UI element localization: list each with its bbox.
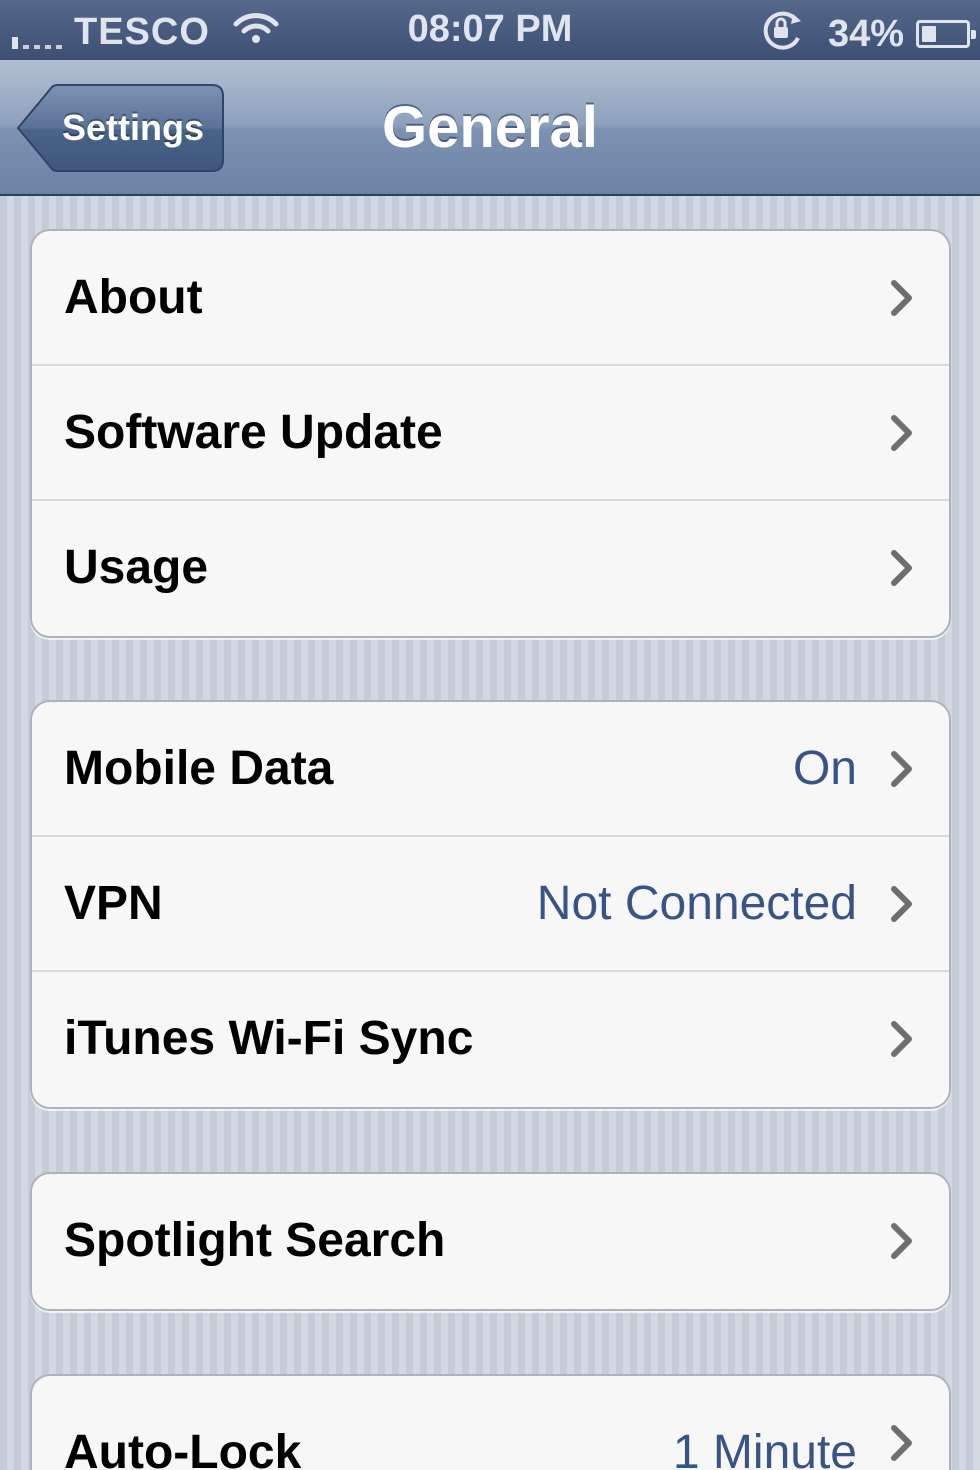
- back-button-label: Settings: [61, 107, 204, 148]
- row-label: iTunes Wi-Fi Sync: [64, 1012, 474, 1065]
- row-value: 1 Minute: [672, 1426, 857, 1470]
- row-label: VPN: [64, 877, 163, 930]
- row-label: Software Update: [64, 406, 443, 459]
- row-itunes-wifi-sync[interactable]: iTunes Wi-Fi Sync: [32, 972, 949, 1107]
- row-usage[interactable]: Usage: [32, 501, 949, 636]
- battery-percent: 34%: [827, 12, 904, 55]
- settings-group-3: Spotlight Search: [30, 1172, 951, 1311]
- row-value: Not Connected: [536, 877, 857, 930]
- chevron-right-icon: [889, 750, 915, 793]
- row-about[interactable]: About: [32, 231, 949, 366]
- row-vpn[interactable]: VPN Not Connected: [32, 837, 949, 972]
- row-label: Auto-Lock: [64, 1426, 302, 1470]
- chevron-right-icon: [889, 1424, 915, 1467]
- battery-icon: [916, 20, 976, 48]
- chevron-right-icon: [889, 1222, 915, 1265]
- row-label: Usage: [64, 541, 209, 594]
- row-software-update[interactable]: Software Update: [32, 366, 949, 501]
- chevron-right-icon: [889, 1020, 915, 1063]
- row-mobile-data[interactable]: Mobile Data On: [32, 702, 949, 837]
- settings-group-2: Mobile Data On VPN Not Connected iTunes …: [30, 700, 951, 1109]
- navigation-bar: General Settings: [0, 60, 980, 196]
- status-right: 34%: [760, 8, 976, 60]
- settings-group-4: Auto-Lock 1 Minute: [30, 1374, 951, 1470]
- rotation-lock-icon: [760, 10, 806, 60]
- chevron-right-icon: [889, 279, 915, 322]
- row-spotlight-search[interactable]: Spotlight Search: [32, 1174, 949, 1309]
- settings-group-1: About Software Update Usage: [30, 229, 951, 638]
- back-button[interactable]: Settings: [16, 84, 224, 172]
- chevron-right-icon: [889, 414, 915, 457]
- status-bar: TESCO 08:07 PM 34%: [0, 0, 980, 60]
- battery-fill: [922, 26, 936, 42]
- chevron-right-icon: [889, 885, 915, 928]
- row-label: Spotlight Search: [64, 1214, 446, 1267]
- chevron-right-icon: [889, 549, 915, 592]
- row-label: Mobile Data: [64, 742, 334, 795]
- row-auto-lock[interactable]: Auto-Lock 1 Minute: [32, 1376, 949, 1470]
- row-value: On: [792, 742, 857, 795]
- row-label: About: [64, 271, 203, 324]
- page-title: General: [382, 95, 598, 160]
